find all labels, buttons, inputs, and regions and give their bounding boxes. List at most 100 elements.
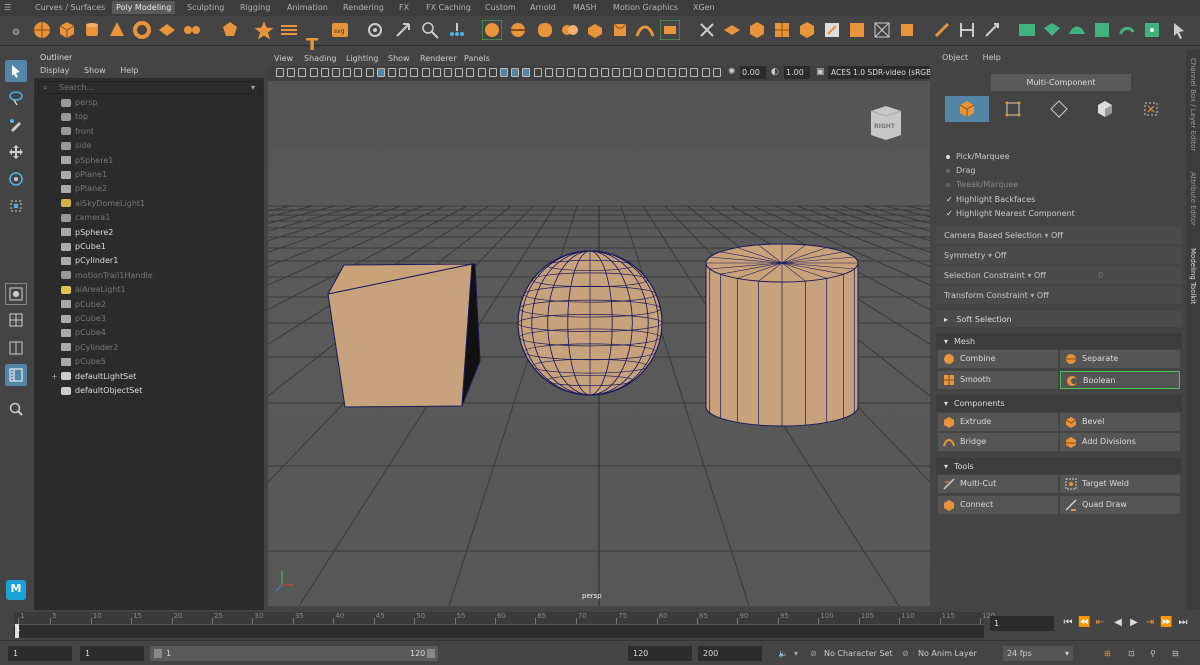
step-forward-key-icon[interactable]: ⏩	[1160, 617, 1172, 629]
rotate-tool-icon[interactable]	[5, 168, 27, 190]
viewport-toolbar-icon[interactable]	[421, 68, 430, 77]
viewport-toolbar-icon[interactable]	[332, 68, 340, 77]
playback-prefs-icon[interactable]: ⚲	[1146, 646, 1160, 661]
single-pane-layout-icon[interactable]	[5, 283, 27, 305]
go-to-start-icon[interactable]: ⏮	[1062, 617, 1074, 629]
freeze-icon[interactable]	[957, 20, 977, 40]
outliner-item[interactable]: pPlane2	[61, 184, 107, 193]
step-back-frame-icon[interactable]: ⇤	[1094, 617, 1106, 629]
disc-icon[interactable]	[182, 20, 202, 40]
viewport-toolbar-icon[interactable]	[455, 68, 464, 77]
exposure-field[interactable]: 0.00	[740, 66, 766, 79]
tab-custom[interactable]: Custom	[485, 3, 516, 12]
scale-tool-icon[interactable]	[5, 195, 27, 217]
tab-rendering[interactable]: Rendering	[343, 3, 384, 12]
tab-poly-modeling[interactable]: Poly Modeling	[112, 1, 176, 14]
fps-dropdown[interactable]: 24 fps ▾	[1003, 646, 1073, 661]
pipe-icon[interactable]	[279, 20, 299, 40]
viewport-toolbar-icon[interactable]	[354, 68, 363, 77]
current-time-field[interactable]: 1	[990, 616, 1054, 631]
outliner-item[interactable]: pCube2	[61, 300, 106, 309]
four-pane-layout-icon[interactable]	[5, 309, 27, 331]
time-bar[interactable]	[14, 624, 984, 638]
viewport-toolbar-icon[interactable]	[365, 68, 374, 77]
viewport-toolbar-icon[interactable]	[410, 68, 419, 77]
range-slider[interactable]: 1 120	[150, 646, 438, 661]
menu-object[interactable]: Object	[942, 53, 968, 62]
step-back-key-icon[interactable]: ⏪	[1078, 617, 1090, 629]
drag-radio[interactable]: Drag	[946, 166, 975, 175]
viewport-toolbar-icon[interactable]	[679, 68, 688, 77]
viewport-toolbar-icon[interactable]	[634, 68, 643, 77]
snap-icon[interactable]	[1017, 20, 1037, 40]
combine-icon[interactable]	[482, 20, 502, 40]
expand-icon[interactable]: +	[51, 372, 58, 381]
pointer-icon[interactable]	[1170, 20, 1190, 40]
outliner-item[interactable]: pCylinder2	[61, 343, 118, 352]
menu-show[interactable]: Show	[84, 66, 106, 75]
sphere-icon[interactable]	[32, 20, 52, 40]
tab-modeling-toolkit[interactable]: Modeling Toolkit	[1189, 248, 1197, 304]
outliner-layout-icon[interactable]	[5, 364, 27, 386]
shelf-menu-icon[interactable]: ☰	[4, 3, 11, 12]
unfold-icon[interactable]	[847, 20, 867, 40]
time-slider[interactable]: 1 5 10 15 20 25 30 35 40 45 50 55 60 65 70 75 80 85 90 95 10…	[14, 612, 995, 638]
vertex-mode-icon[interactable]	[991, 96, 1035, 122]
view-cube[interactable]: RIGHT	[868, 103, 904, 143]
outliner-item[interactable]: pPlane1	[61, 170, 107, 179]
mesh-section-header[interactable]: ▾ Mesh	[936, 333, 1182, 349]
menu-help[interactable]: Help	[120, 66, 138, 75]
viewport-toolbar-icon[interactable]	[511, 68, 520, 77]
transform-constraint-row[interactable]: Transform Constraint ▾ Off	[936, 287, 1182, 304]
target-weld-icon[interactable]	[722, 20, 742, 40]
tab-attribute-editor[interactable]: Attribute Editor	[1189, 172, 1197, 226]
auto-key-icon[interactable]: ⊞	[1100, 646, 1115, 661]
outliner-item[interactable]: persp	[61, 98, 98, 107]
bridge-button[interactable]: Bridge	[938, 433, 1058, 451]
viewport-toolbar-icon[interactable]	[645, 68, 654, 77]
tab-fx-caching[interactable]: FX Caching	[426, 3, 471, 12]
lasso-icon[interactable]	[1042, 20, 1062, 40]
outliner-item[interactable]: camera1	[61, 213, 110, 222]
extrude-icon[interactable]	[585, 20, 605, 40]
mesh-tools-icon[interactable]	[1092, 20, 1112, 40]
mirror-icon[interactable]	[797, 20, 817, 40]
menu-show[interactable]: Show	[388, 54, 410, 63]
menu-lighting[interactable]: Lighting	[346, 54, 378, 63]
play-back-icon[interactable]: ◀	[1112, 617, 1124, 629]
viewport-toolbar-icon[interactable]	[567, 68, 576, 77]
menu-renderer[interactable]: Renderer	[420, 54, 457, 63]
soft-select-icon[interactable]	[447, 20, 467, 40]
outliner-item[interactable]: defaultObjectSet	[61, 386, 142, 395]
bevel-button[interactable]: Bevel	[1060, 413, 1180, 431]
viewport-toolbar-icon[interactable]	[444, 68, 452, 77]
outliner-item[interactable]: pCube4	[61, 328, 106, 337]
viewport-toolbar-icon[interactable]	[432, 68, 441, 77]
boolean-button[interactable]: Boolean	[1060, 371, 1180, 389]
cube-icon[interactable]	[57, 20, 77, 40]
viewport-toolbar-icon[interactable]	[399, 68, 408, 77]
grid-snap-icon[interactable]	[1142, 20, 1162, 40]
viewport-toolbar-icon[interactable]	[578, 68, 587, 77]
range-handle-left[interactable]	[154, 649, 162, 658]
viewport-toolbar-icon[interactable]	[466, 68, 475, 77]
tools-section-header[interactable]: ▾ Tools	[936, 458, 1182, 474]
viewport-3d[interactable]: RIGHT persp	[268, 81, 930, 606]
scene-start-field[interactable]: 1	[8, 646, 72, 661]
smooth-icon[interactable]	[535, 20, 555, 40]
connect-button[interactable]: Connect	[938, 496, 1058, 514]
quad-draw-icon[interactable]	[772, 20, 792, 40]
center-icon[interactable]	[982, 20, 1002, 40]
tab-channel-box[interactable]: Channel Box / Layer Editor	[1189, 58, 1197, 151]
highlight-nearest-checkbox[interactable]: ✓ Highlight Nearest Component	[946, 209, 1075, 218]
outliner-item[interactable]: motionTrail1Handle	[61, 271, 153, 280]
boolean-icon[interactable]	[560, 20, 580, 40]
play-forward-icon[interactable]: ▶	[1128, 617, 1140, 629]
outliner-item[interactable]: aiSkyDomeLight1	[61, 199, 145, 208]
viewport-toolbar-icon[interactable]	[623, 68, 632, 77]
menu-view[interactable]: View	[274, 54, 293, 63]
cone-icon[interactable]	[107, 20, 127, 40]
outliner-item[interactable]: pSphere1	[61, 156, 113, 165]
viewport-toolbar-icon[interactable]	[556, 68, 564, 77]
viewport-toolbar-icon[interactable]	[500, 68, 508, 77]
